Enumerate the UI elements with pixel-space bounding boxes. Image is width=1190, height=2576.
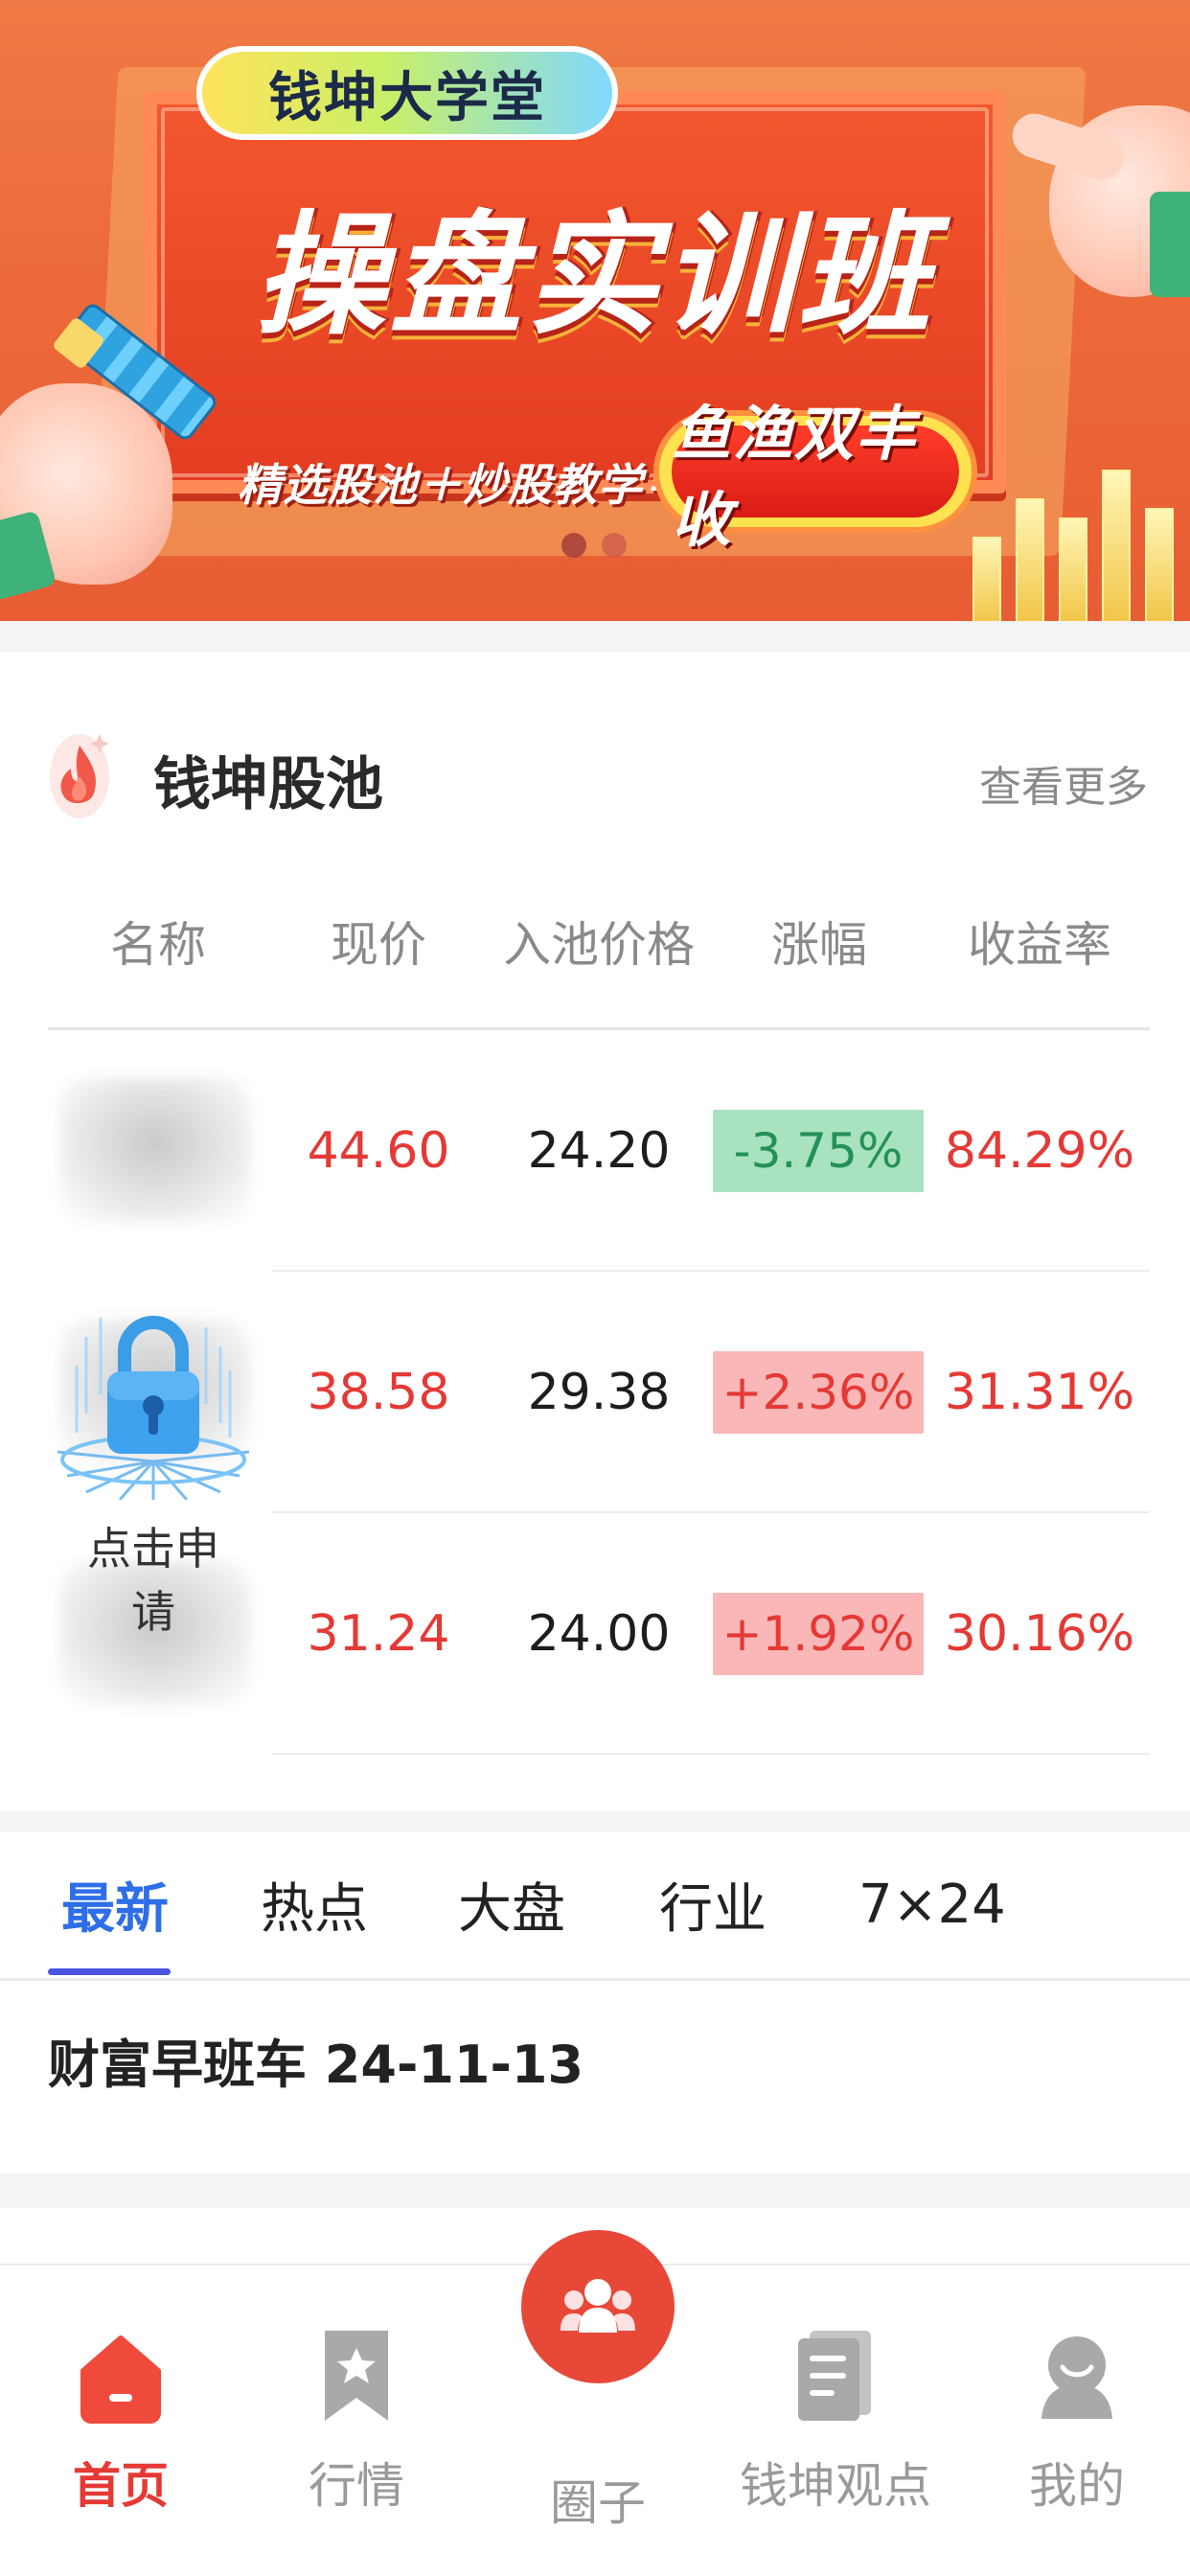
user-icon: [1034, 2325, 1120, 2425]
stock-pool-title: 钱坤股池: [153, 751, 383, 818]
bookmark-star-icon: [313, 2325, 400, 2425]
section-divider: [0, 2174, 1190, 2208]
entry-price: 24.00: [527, 1605, 671, 1663]
nav-community[interactable]: 圈子: [521, 2230, 675, 2531]
nav-opinions[interactable]: 钱坤观点: [740, 2266, 931, 2576]
nav-profile[interactable]: 我的: [981, 2266, 1173, 2576]
view-more-link[interactable]: 查看更多: [979, 752, 1148, 814]
tab-market[interactable]: 大盘: [458, 1832, 565, 1976]
tab-hot[interactable]: 热点: [261, 1832, 368, 1976]
carousel-indicator[interactable]: [561, 533, 627, 558]
change-badge: +2.36%: [713, 1351, 924, 1434]
current-price: 44.60: [307, 1122, 450, 1180]
apply-access-link[interactable]: 点击申请: [67, 1514, 240, 1641]
banner-highlight-text: 鱼渔双丰收: [672, 399, 959, 555]
change-badge: -3.75%: [713, 1110, 924, 1192]
banner-subline: 精选股池＋炒股教学＝: [238, 459, 688, 511]
yield-value: 31.31%: [944, 1364, 1135, 1421]
banner-highlight-pill: 鱼渔双丰收: [653, 399, 977, 555]
carousel-dot[interactable]: [602, 533, 627, 558]
news-tab-bar: 最新 热点 大盘 行业 7×24: [0, 1832, 1190, 1982]
promo-banner[interactable]: 钱坤大学堂 操盘实训班 精选股池＋炒股教学＝ 鱼渔双丰收: [0, 0, 1190, 621]
community-icon: [561, 2279, 635, 2333]
nav-label: 行情: [309, 2458, 404, 2514]
nav-label: 首页: [73, 2458, 169, 2514]
document-icon: [792, 2325, 879, 2425]
community-button[interactable]: [521, 2230, 675, 2383]
current-price: 31.24: [307, 1605, 450, 1663]
column-header-name: 名称: [110, 917, 206, 973]
tab-bar-divider: [0, 1978, 1190, 1981]
section-divider: [0, 1811, 1190, 1832]
tab-industry[interactable]: 行业: [659, 1832, 767, 1976]
active-tab-indicator: [48, 1968, 171, 1975]
entry-price: 24.20: [527, 1122, 671, 1180]
banner-headline: 操盘实训班: [253, 198, 934, 353]
column-header-yield: 收益率: [968, 917, 1111, 973]
table-row[interactable]: 44.60 24.20 -3.75% 84.29%: [0, 1030, 1190, 1272]
nav-home[interactable]: 首页: [25, 2266, 217, 2576]
blurred-stock-name: [59, 1078, 251, 1222]
carousel-dot[interactable]: [561, 533, 586, 558]
home-icon: [78, 2325, 164, 2425]
flame-icon: [48, 721, 111, 822]
column-header-price: 现价: [331, 917, 426, 973]
lock-icon[interactable]: [48, 1279, 259, 1501]
change-badge: +1.92%: [713, 1593, 924, 1675]
nav-label: 圈子: [550, 2475, 646, 2531]
tab-7x24[interactable]: 7×24: [858, 1832, 1006, 1976]
current-price: 38.58: [307, 1364, 450, 1421]
row-divider: [272, 1753, 1150, 1755]
yield-value: 30.16%: [944, 1605, 1135, 1663]
tab-latest[interactable]: 最新: [61, 1832, 169, 1976]
yield-value: 84.29%: [944, 1122, 1135, 1180]
banner-college-badge: 钱坤大学堂: [196, 46, 618, 140]
entry-price: 29.38: [527, 1364, 671, 1421]
column-header-change: 涨幅: [771, 917, 867, 973]
section-divider: [0, 621, 1190, 652]
column-header-entry-price: 入池价格: [503, 917, 695, 973]
nav-label: 钱坤观点: [740, 2458, 931, 2514]
sleeve-illustration-icon: [1150, 192, 1190, 297]
nav-label: 我的: [1029, 2458, 1125, 2514]
nav-market[interactable]: 行情: [261, 2266, 452, 2576]
news-article-title[interactable]: 财富早班车 24-11-13: [48, 2022, 584, 2098]
candlestick-illustration-icon: [963, 450, 1190, 621]
